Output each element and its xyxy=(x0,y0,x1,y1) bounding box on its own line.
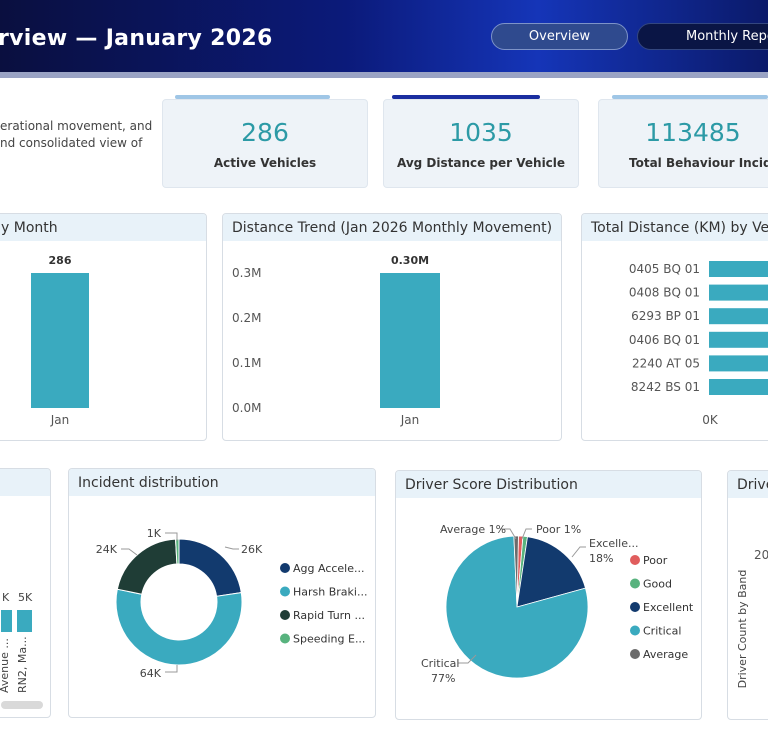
kpi-value: 1035 xyxy=(449,118,513,147)
x-tick-label: 0K xyxy=(702,413,719,427)
legend-label: Harsh Braki... xyxy=(293,586,367,599)
bar xyxy=(709,379,768,395)
donut-slice xyxy=(116,538,178,595)
y-tick-label: 0.1M xyxy=(232,356,261,370)
panel-driver-band: Drive Driver Count by Band 20 xyxy=(727,470,768,720)
data-label: 5K xyxy=(18,591,33,604)
category-label: Avenue ... xyxy=(0,638,11,693)
tab-overview[interactable]: Overview xyxy=(491,23,628,50)
kpi-value: 113485 xyxy=(645,118,741,147)
driver-score-pie: Poor Good Excellent Critical Average Average… xyxy=(421,523,694,685)
bar xyxy=(709,355,768,372)
dashboard: rview — January 2026 Overview Monthly Re… xyxy=(0,0,768,750)
slice-label: Poor 1% xyxy=(536,523,581,536)
legend-marker xyxy=(280,633,290,644)
header-divider xyxy=(0,72,768,78)
y-tick-label: 0.2M xyxy=(232,311,261,325)
legend-label: Speeding E... xyxy=(293,633,365,646)
slice-label: 24K xyxy=(96,543,118,556)
legend-label: Excellent xyxy=(643,601,694,614)
category-label: 6293 BP 01 xyxy=(631,309,700,323)
leader-line xyxy=(224,546,239,550)
legend-marker xyxy=(280,586,290,597)
intro-line: nd consolidated view of xyxy=(0,136,143,150)
slice-label: Average 1% xyxy=(440,523,506,536)
page-title: rview — January 2026 xyxy=(0,26,273,51)
total-distance-chart: 0405 BQ 01 0408 BQ 01 6293 BP 01 0406 BQ 01… xyxy=(629,261,768,427)
data-label: 0.30M xyxy=(391,254,429,267)
legend-marker xyxy=(630,649,640,659)
category-label: 0408 BQ 01 xyxy=(629,286,700,300)
data-label: K xyxy=(2,591,10,604)
panel-total-distance: Total Distance (KM) by Vehic 0405 BQ 010… xyxy=(581,213,768,441)
slice-label: Critical xyxy=(421,657,459,670)
legend-marker xyxy=(280,610,290,620)
driver-band-chart: Driver Count by Band 20 xyxy=(736,548,768,689)
y-axis-label: Driver Count by Band xyxy=(736,570,749,689)
legend-marker xyxy=(630,625,640,636)
distance-trend-chart: 0.0M 0.1M 0.2M 0.3M 0.30M Jan xyxy=(232,254,440,427)
slice-label: 26K xyxy=(241,543,263,556)
legend-label: Agg Accele... xyxy=(293,562,365,575)
intro-line: erational movement, and xyxy=(0,119,153,133)
kpi-label: Total Behaviour Incident xyxy=(629,156,768,170)
bar xyxy=(709,308,768,325)
slice-label: 1K xyxy=(147,527,162,540)
intro-text: erational movement, and nd consolidated … xyxy=(0,118,153,152)
legend-label: Poor xyxy=(643,554,668,567)
donut-slice xyxy=(115,588,243,666)
legend-label: Rapid Turn ... xyxy=(293,609,365,622)
legend-marker xyxy=(630,555,640,565)
data-label: 286 xyxy=(49,254,72,267)
donut-slice xyxy=(178,538,242,597)
bar xyxy=(1,610,12,632)
legend-label: Critical xyxy=(643,625,681,638)
y-tick-label: 0.0M xyxy=(232,401,261,415)
panel-location-partial: K 5K Avenue ... RN2, Ma... xyxy=(0,468,51,718)
slice-label: 18% xyxy=(589,552,613,565)
category-label: 8242 BS 01 xyxy=(631,380,700,394)
category-label: 2240 AT 05 xyxy=(632,356,700,370)
tab-monthly-report[interactable]: Monthly Repo xyxy=(637,23,768,50)
kpi-value: 286 xyxy=(241,118,289,147)
legend-marker xyxy=(630,602,640,612)
kpi-total-incidents: 113485 Total Behaviour Incident xyxy=(598,99,768,188)
legend-marker xyxy=(630,578,640,589)
legend-label: Good xyxy=(643,578,672,591)
location-chart: K 5K Avenue ... RN2, Ma... xyxy=(0,591,43,709)
kpi-active-vehicles: 286 Active Vehicles xyxy=(162,99,368,188)
panel-driver-score: Driver Score Distribution Poor Good Excell… xyxy=(395,470,702,720)
legend-label: Average xyxy=(643,648,688,661)
category-label: Jan xyxy=(400,413,420,427)
category-label: 0406 BQ 01 xyxy=(629,333,700,347)
bar xyxy=(709,331,768,348)
vehicles-by-month-chart: 286 Jan xyxy=(31,254,89,427)
leader-line xyxy=(165,665,178,673)
category-label: RN2, Ma... xyxy=(16,636,29,693)
category-label: Jan xyxy=(50,413,70,427)
panel-incident-distribution: Incident distribution Agg Accele... Harsh… xyxy=(68,468,376,718)
kpi-label: Avg Distance per Vehicle xyxy=(396,156,566,170)
kpi-label: Active Vehicles xyxy=(213,156,317,170)
bar-jan xyxy=(380,273,440,408)
leader-line xyxy=(121,548,138,556)
bar xyxy=(709,284,768,301)
bar xyxy=(709,261,768,277)
leader-line xyxy=(571,546,586,558)
panel-vehicles-by-month: y Month 286 Jan xyxy=(0,213,207,441)
slice-label: 77% xyxy=(431,672,455,685)
category-label: 0405 BQ 01 xyxy=(629,262,700,276)
y-tick-label: 20 xyxy=(754,548,768,562)
y-tick-label: 0.3M xyxy=(232,266,261,280)
slice-label: Excelle... xyxy=(589,537,638,550)
incident-donut-chart: Agg Accele... Harsh Braki... Rapid Turn ..… xyxy=(96,527,368,680)
legend-marker xyxy=(280,563,290,573)
scrollbar[interactable] xyxy=(1,701,43,709)
bar-jan xyxy=(31,273,89,408)
header-bar: rview — January 2026 Overview Monthly Re… xyxy=(0,0,768,78)
kpi-avg-distance: 1035 Avg Distance per Vehicle xyxy=(383,99,579,188)
panel-distance-trend: Distance Trend (Jan 2026 Monthly Movemen… xyxy=(222,213,562,441)
bar xyxy=(17,610,32,632)
slice-label: 64K xyxy=(140,667,162,680)
